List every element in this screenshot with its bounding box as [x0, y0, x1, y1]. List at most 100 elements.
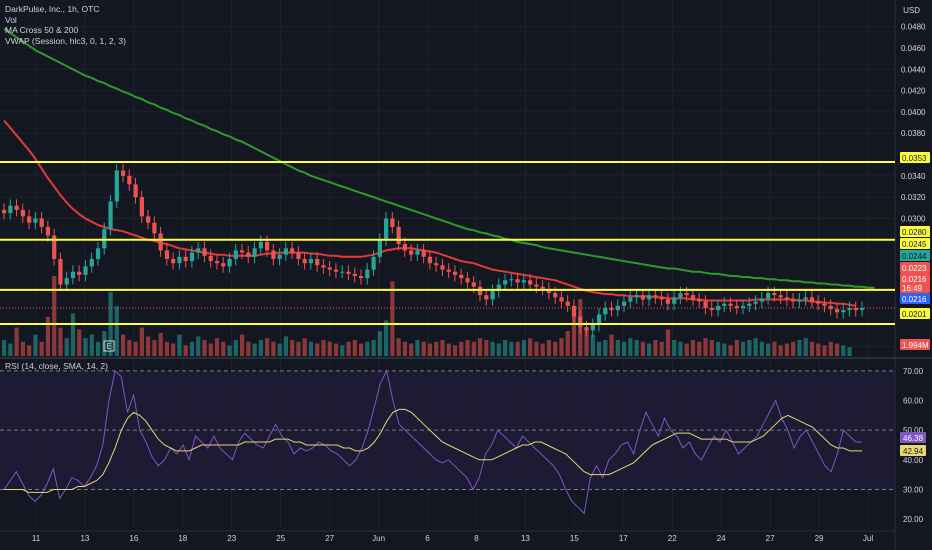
time-axis-tick: 6 [425, 534, 430, 543]
candle-body [477, 286, 483, 296]
candle-body [590, 325, 595, 331]
volume-bar [409, 343, 414, 356]
candle-body [809, 297, 815, 302]
candle-body [333, 269, 339, 272]
volume-bar [590, 334, 595, 356]
candle-body [615, 305, 620, 311]
price-label-value: 0.0280 [902, 228, 927, 237]
candle-body [772, 293, 777, 296]
candle-body [365, 269, 370, 279]
volume-bar [127, 340, 132, 356]
candle-body [402, 244, 408, 251]
volume-bar [596, 341, 602, 356]
volume-bar [609, 334, 614, 356]
candle-body [434, 263, 439, 266]
candle-body [221, 263, 226, 267]
candle-body [797, 299, 802, 302]
currency-label[interactable]: USD [903, 6, 920, 15]
volume-bar [77, 329, 82, 356]
volume-bar [728, 345, 733, 356]
volume-bar [83, 338, 88, 356]
time-axis-tick: 29 [815, 534, 824, 543]
candle-body [2, 209, 7, 214]
candle-body [841, 310, 846, 313]
candle-body [665, 299, 671, 304]
candle-body [753, 301, 758, 304]
volume-bar [421, 341, 426, 356]
indicator-volume-label[interactable]: Vol [5, 15, 126, 26]
volume-bar [120, 334, 126, 356]
candle-body [214, 261, 220, 264]
candle-body [672, 297, 677, 304]
candle-body [822, 303, 827, 306]
time-axis-tick: 25 [276, 534, 285, 543]
time-axis-tick: 16 [129, 534, 138, 543]
candle-body [553, 293, 558, 298]
volume-bar [715, 341, 721, 356]
price-label-value: 16:49 [902, 284, 923, 293]
rsi-value-label: 42.94 [903, 447, 924, 456]
candle-body [459, 274, 464, 279]
candle-body [653, 295, 658, 298]
volume-bar [171, 343, 176, 356]
volume-bar [396, 338, 401, 356]
volume-bar [503, 340, 508, 356]
candle-body [465, 278, 470, 283]
price-axis-tick: 0.0460 [901, 44, 926, 53]
price-axis-tick: 0.0400 [901, 108, 926, 117]
volume-bar [828, 341, 833, 356]
volume-bar [697, 341, 702, 356]
volume-bar [290, 340, 295, 356]
volume-bar [52, 276, 57, 356]
volume-bar [722, 343, 727, 356]
candle-body [146, 216, 151, 223]
candle-body [265, 241, 270, 251]
candle-body [39, 218, 44, 227]
candle-body [239, 250, 245, 253]
indicator-ma-cross-label[interactable]: MA Cross 50 & 200 [5, 25, 126, 36]
volume-bar [452, 345, 458, 356]
volume-bar [346, 341, 351, 356]
volume-bar [847, 347, 852, 356]
candle-body [690, 295, 696, 300]
volume-bar [352, 340, 357, 356]
time-axis-tick: 24 [717, 534, 726, 543]
volume-bar [484, 340, 489, 356]
rsi-axis-tick: 40.00 [903, 456, 924, 465]
candle-body [490, 290, 495, 300]
candle-body [33, 218, 38, 223]
rsi-axis-tick: 30.00 [903, 485, 924, 494]
candle-body [659, 297, 664, 300]
volume-bar [39, 341, 44, 356]
volume-bar [89, 334, 94, 356]
volume-bar [45, 316, 51, 356]
earnings-marker-label: E [107, 342, 112, 351]
candle-body [515, 279, 520, 283]
candle-body [252, 248, 257, 257]
candle-body [640, 295, 646, 300]
candle-body [340, 271, 345, 273]
candle-body [860, 307, 865, 311]
candle-body [164, 250, 170, 259]
candle-body [534, 284, 539, 287]
volume-bar [521, 340, 527, 356]
volume-bar [546, 340, 552, 356]
volume-bar [628, 338, 633, 356]
time-axis-tick: 27 [766, 534, 775, 543]
candle-body [20, 209, 25, 217]
volume-bar [33, 334, 38, 356]
volume-bar [734, 340, 739, 356]
volume-bar [747, 340, 752, 356]
candle-body [427, 256, 433, 264]
indicator-vwap-label[interactable]: VWAP (Session, hlc3, 0, 1, 2, 3) [5, 36, 126, 47]
volume-bar [239, 334, 245, 356]
price-axis-tick: 0.0300 [901, 214, 926, 223]
volume-bar [791, 341, 796, 356]
volume-bar [615, 340, 620, 356]
volume-bar [471, 341, 476, 356]
candle-body [120, 170, 126, 176]
candle-body [803, 297, 808, 300]
chart-canvas[interactable]: 0.01800.03000.03200.03400.03800.04000.04… [0, 0, 932, 550]
candle-body [377, 239, 382, 257]
rsi-legend[interactable]: RSI (14, close, SMA, 14, 2) [5, 361, 108, 371]
